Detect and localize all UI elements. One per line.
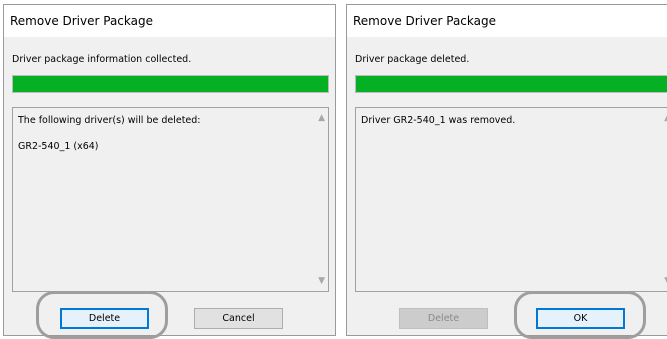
ok-button[interactable]: OK — [536, 308, 625, 329]
progress-fill — [356, 76, 667, 92]
dialog-title: Remove Driver Package — [10, 14, 153, 28]
title-bar[interactable]: Remove Driver Package — [4, 5, 335, 37]
result-box[interactable]: Driver GR2-540_1 was removed. ▲ ▼ — [355, 107, 667, 292]
scroll-up-icon[interactable]: ▲ — [318, 114, 325, 123]
progress-fill — [13, 76, 328, 92]
list-line: The following driver(s) will be deleted: — [18, 115, 201, 126]
progress-bar — [12, 75, 329, 93]
cancel-button[interactable]: Cancel — [194, 308, 283, 329]
title-bar[interactable]: Remove Driver Package — [347, 5, 667, 37]
status-text: Driver package information collected. — [12, 54, 192, 65]
dialog-title: Remove Driver Package — [353, 14, 496, 28]
list-line: GR2-540_1 (x64) — [18, 141, 99, 152]
delete-button[interactable]: Delete — [60, 308, 149, 329]
status-text: Driver package deleted. — [355, 54, 470, 65]
delete-button-disabled: Delete — [399, 308, 488, 329]
driver-list-box[interactable]: The following driver(s) will be deleted:… — [12, 107, 329, 292]
remove-driver-dialog-before: Remove Driver Package Driver package inf… — [3, 4, 336, 336]
progress-bar — [355, 75, 667, 93]
result-line: Driver GR2-540_1 was removed. — [361, 115, 516, 126]
remove-driver-dialog-after: Remove Driver Package Driver package del… — [346, 4, 667, 336]
scroll-down-icon[interactable]: ▼ — [318, 277, 325, 286]
